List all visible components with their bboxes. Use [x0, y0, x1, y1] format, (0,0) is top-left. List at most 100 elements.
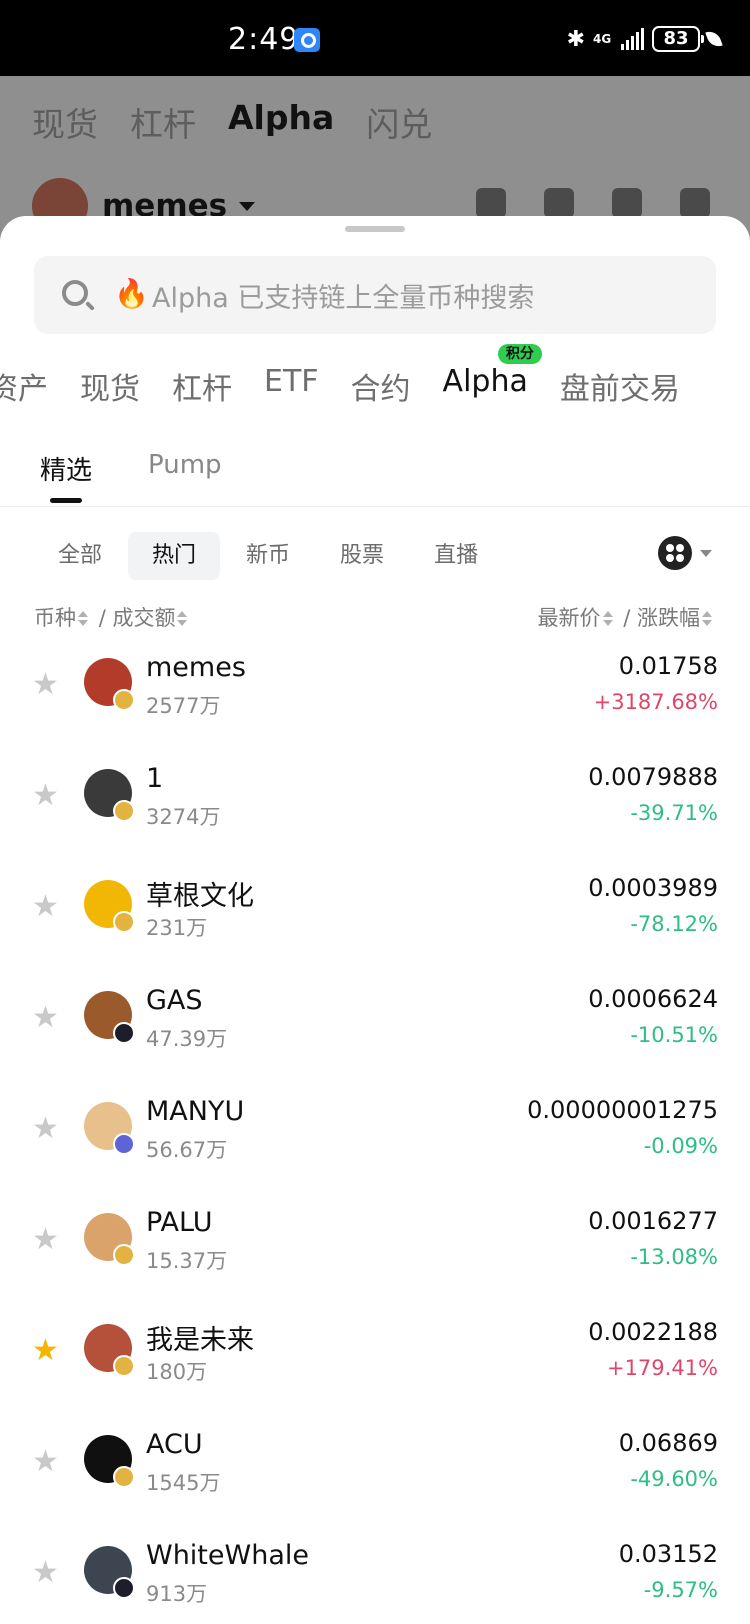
- filter-chip[interactable]: 新币: [222, 532, 314, 580]
- category-tab[interactable]: 杠杆: [172, 364, 232, 408]
- chain-bsc-icon: [113, 1466, 135, 1488]
- token-volume: 1545万: [146, 1471, 221, 1495]
- background-market-tabs: 现货 杠杆 Alpha 闪兑: [32, 98, 432, 146]
- token-volume: 3274万: [146, 805, 221, 829]
- filter-chip[interactable]: 全部: [34, 532, 126, 580]
- sub-tab[interactable]: Pump: [148, 450, 222, 487]
- power-saving-leaf-icon: [705, 28, 723, 50]
- token-price: 0.00000001275: [527, 1096, 718, 1124]
- token-name: WhiteWhale: [146, 1540, 309, 1571]
- token-name: memes: [146, 652, 246, 683]
- sort-icon[interactable]: [702, 611, 712, 627]
- chain-bsc-icon: [113, 800, 135, 822]
- token-volume: 913万: [146, 1582, 208, 1606]
- star-icon[interactable]: ★: [32, 1336, 59, 1366]
- network-type-label: 4G: [593, 32, 612, 46]
- category-tab[interactable]: ETF: [264, 364, 319, 408]
- chain-sol-icon: [113, 1577, 135, 1599]
- token-volume: 47.39万: [146, 1027, 228, 1051]
- background-toolbar: [476, 188, 710, 218]
- sub-tab[interactable]: 精选: [40, 450, 92, 503]
- category-tabs: 资产 现货 杠杆 ETF 合约 Alpha 积分 盘前交易: [0, 344, 712, 408]
- view-grid-icon[interactable]: [658, 536, 692, 570]
- status-bar: 2:49 ✱ 4G 83: [0, 0, 750, 76]
- token-name: ACU: [146, 1429, 203, 1460]
- star-icon[interactable]: ★: [32, 1003, 59, 1033]
- candlestick-icon: [612, 188, 642, 218]
- token-price: 0.06869: [618, 1429, 718, 1457]
- category-tab-label: 杠杆: [172, 372, 232, 407]
- search-input[interactable]: Alpha 已支持链上全量币种搜索: [152, 276, 534, 315]
- background-tab: 现货: [32, 105, 98, 144]
- header-coin[interactable]: 币种: [34, 606, 76, 630]
- signal-icon: [621, 28, 644, 50]
- list-item[interactable]: ★ memes 2577万 0.01758 +3187.68%: [0, 634, 750, 745]
- background-tab: 杠杆: [130, 105, 196, 144]
- token-change: -0.09%: [643, 1134, 718, 1158]
- token-name: GAS: [146, 985, 203, 1016]
- list-item[interactable]: ★ ACU 1545万 0.06869 -49.60%: [0, 1411, 750, 1522]
- search-bar[interactable]: 🔥 Alpha 已支持链上全量币种搜索: [34, 256, 716, 334]
- filter-chip[interactable]: 直播: [410, 532, 502, 580]
- search-icon: [62, 280, 88, 306]
- category-tab[interactable]: 现货: [80, 364, 140, 408]
- alpha-icon: [476, 188, 506, 218]
- category-tab-label: Alpha: [442, 364, 528, 399]
- list-item[interactable]: ★ 草根文化 231万 0.0003989 -78.12%: [0, 856, 750, 967]
- star-icon[interactable]: ★: [32, 892, 59, 922]
- token-price: 0.0079888: [588, 763, 718, 791]
- star-icon[interactable]: ★: [32, 670, 59, 700]
- more-icon: [680, 188, 710, 218]
- list-item[interactable]: ★ 1 3274万 0.0079888 -39.71%: [0, 745, 750, 856]
- category-tab-label: 现货: [80, 372, 140, 407]
- token-volume: 15.37万: [146, 1249, 228, 1273]
- star-icon[interactable]: ★: [32, 781, 59, 811]
- token-change: +179.41%: [606, 1356, 718, 1380]
- star-icon[interactable]: ★: [32, 1114, 59, 1144]
- token-name: 草根文化: [146, 881, 254, 912]
- app-notification-icon: [294, 28, 320, 52]
- category-tab-label: 盘前交易: [559, 372, 680, 407]
- status-indicators: ✱ 4G 83: [567, 26, 723, 52]
- sort-icon[interactable]: [602, 611, 613, 627]
- header-change[interactable]: 涨跌幅: [637, 606, 700, 630]
- token-price: 0.03152: [618, 1540, 718, 1568]
- category-tab[interactable]: 盘前交易: [560, 364, 680, 408]
- token-volume: 56.67万: [146, 1138, 228, 1162]
- token-change: -49.60%: [630, 1467, 718, 1491]
- list-item[interactable]: ★ PALU 15.37万 0.0016277 -13.08%: [0, 1189, 750, 1300]
- filter-chip[interactable]: 热门: [128, 532, 221, 580]
- chevron-down-icon[interactable]: [700, 550, 712, 557]
- battery-icon: 83: [652, 26, 704, 52]
- category-tab[interactable]: Alpha 积分: [442, 344, 542, 408]
- chain-bsc-icon: [113, 1355, 135, 1377]
- list-item[interactable]: ★ MANYU 56.67万 0.00000001275 -0.09%: [0, 1078, 750, 1189]
- star-icon[interactable]: ★: [32, 1558, 59, 1588]
- fire-icon: 🔥: [114, 277, 149, 310]
- header-price[interactable]: 最新价: [538, 606, 601, 630]
- list-item[interactable]: ★ GAS 47.39万 0.0006624 -10.51%: [0, 967, 750, 1078]
- list-item[interactable]: ★ WhiteWhale 913万 0.03152 -9.57%: [0, 1522, 750, 1624]
- category-tab[interactable]: 资产: [0, 364, 48, 408]
- token-list: ★ memes 2577万 0.01758 +3187.68% ★ 1 3274万 0.0079…: [0, 634, 750, 1624]
- category-tab-label: 资产: [0, 372, 48, 407]
- star-icon[interactable]: ★: [32, 1225, 59, 1255]
- sort-icon[interactable]: [78, 611, 88, 627]
- sort-icon[interactable]: [177, 611, 188, 627]
- points-badge: 积分: [497, 344, 542, 364]
- chain-bsc-icon: [113, 1244, 135, 1266]
- token-change: -78.12%: [630, 912, 718, 936]
- token-volume: 231万: [146, 916, 208, 940]
- header-separator: /: [623, 606, 631, 630]
- sheet-drag-handle[interactable]: [345, 226, 405, 232]
- token-name: PALU: [146, 1207, 213, 1238]
- chain-bsc-icon: [113, 689, 135, 711]
- chain-sol-icon: [113, 1022, 135, 1044]
- category-tab[interactable]: 合约: [351, 364, 411, 408]
- header-volume[interactable]: 成交额: [112, 606, 175, 630]
- star-icon[interactable]: ★: [32, 1447, 59, 1477]
- token-name: 我是未来: [146, 1325, 254, 1356]
- filter-chip[interactable]: 股票: [316, 532, 408, 580]
- token-name: MANYU: [146, 1096, 245, 1127]
- list-item[interactable]: ★ 我是未来 180万 0.0022188 +179.41%: [0, 1300, 750, 1411]
